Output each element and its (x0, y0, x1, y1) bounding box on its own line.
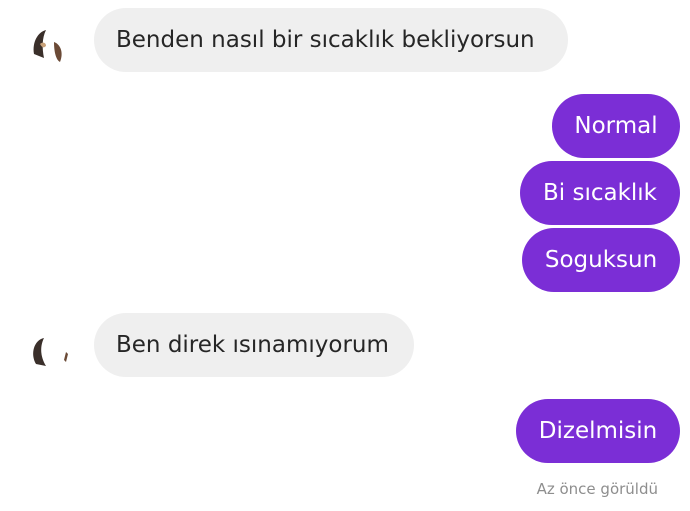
contact-avatar[interactable] (26, 330, 72, 376)
avatar-image (26, 24, 72, 70)
message-bubble-outgoing[interactable]: Dizelmisin (516, 399, 680, 463)
message-bubble-outgoing[interactable]: Bi sıcaklık (520, 161, 680, 225)
chat-thread: Benden nasıl bir sıcaklık bekliyorsun No… (0, 0, 690, 511)
avatar-image (26, 330, 72, 376)
contact-avatar[interactable] (26, 24, 72, 70)
message-bubble-incoming[interactable]: Ben direk ısınamıyorum (94, 313, 414, 377)
message-bubble-outgoing[interactable]: Soguksun (522, 228, 680, 292)
seen-status: Az önce görüldü (536, 480, 658, 498)
message-bubble-outgoing[interactable]: Normal (552, 94, 680, 158)
message-bubble-incoming[interactable]: Benden nasıl bir sıcaklık bekliyorsun (94, 8, 568, 72)
